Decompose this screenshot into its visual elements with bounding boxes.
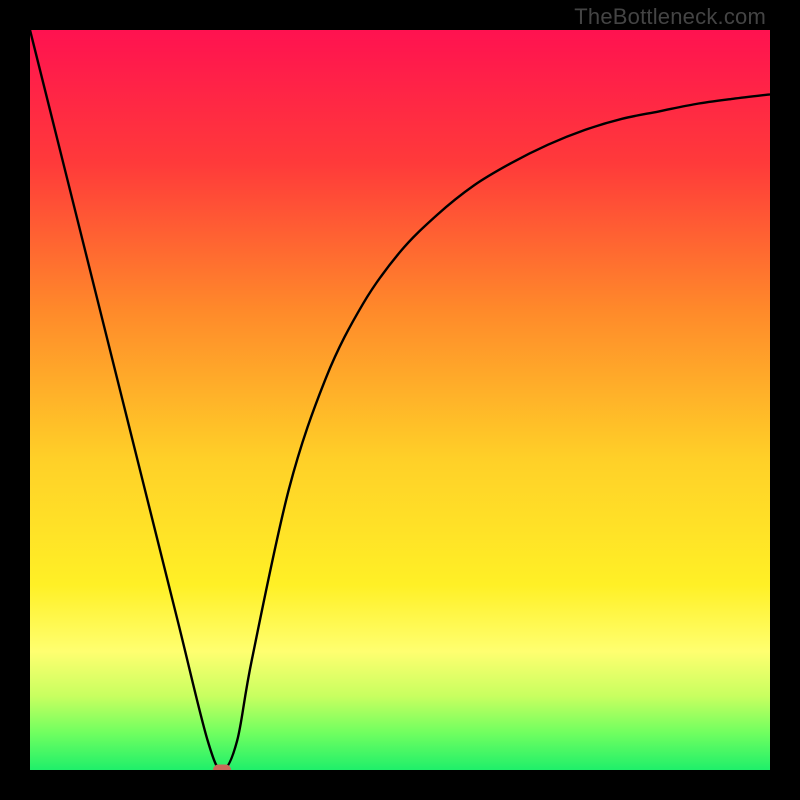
chart-frame: TheBottleneck.com <box>0 0 800 800</box>
plot-area <box>30 30 770 770</box>
minimum-marker <box>213 765 231 771</box>
bottleneck-curve <box>30 30 770 770</box>
watermark-label: TheBottleneck.com <box>574 4 766 30</box>
